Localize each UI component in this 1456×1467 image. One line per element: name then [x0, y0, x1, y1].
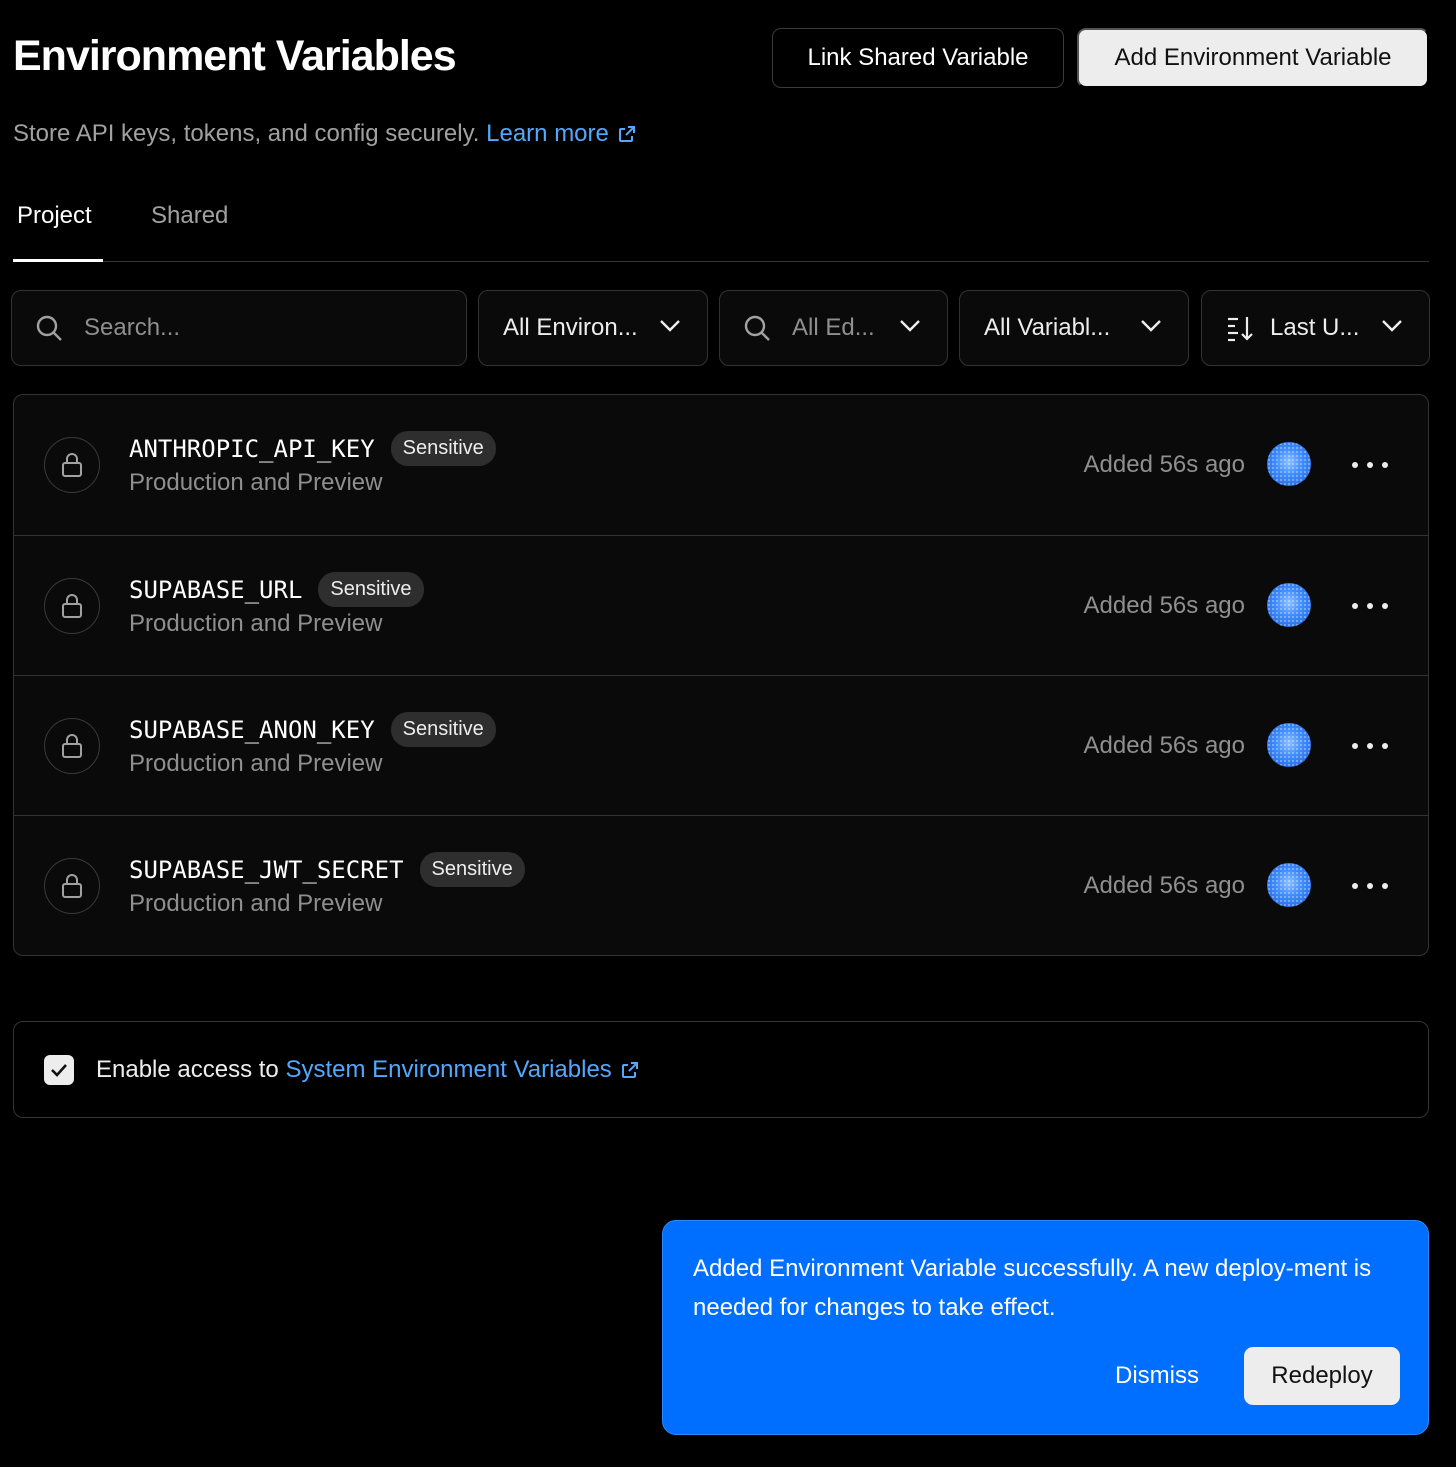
sort-dropdown[interactable]: Last U... [1201, 290, 1430, 366]
edge-filter-dropdown[interactable]: All Ed... [719, 290, 948, 366]
search-icon [744, 315, 770, 341]
variable-environments: Production and Preview [129, 469, 383, 496]
tab-bar: Project Shared [13, 190, 1429, 262]
chevron-down-icon [1382, 320, 1402, 332]
lock-icon [44, 578, 100, 634]
sensitive-badge: Sensitive [419, 852, 525, 887]
search-placeholder: Search... [84, 314, 181, 341]
variable-environments: Production and Preview [129, 750, 383, 777]
variable-type-filter-dropdown[interactable]: All Variabl... [959, 290, 1189, 366]
search-input[interactable]: Search... [11, 290, 467, 366]
tab-shared[interactable]: Shared [151, 202, 228, 230]
sort-label: Last U... [1270, 314, 1360, 341]
avatar [1267, 723, 1311, 767]
variable-type-filter-label: All Variabl... [984, 314, 1111, 341]
system-env-label: Enable access to System Environment Vari… [96, 1056, 640, 1084]
add-environment-variable-button[interactable]: Add Environment Variable [1077, 28, 1429, 88]
added-timestamp: Added 56s ago [1083, 872, 1245, 899]
link-shared-variable-button[interactable]: Link Shared Variable [772, 28, 1064, 88]
more-horizontal-icon[interactable] [1352, 732, 1388, 760]
system-env-link[interactable]: System Environment Variables [285, 1056, 639, 1083]
sensitive-badge: Sensitive [390, 431, 496, 466]
external-link-icon [621, 1061, 638, 1078]
redeploy-button[interactable]: Redeploy [1244, 1347, 1400, 1405]
external-link-icon [618, 126, 635, 142]
variable-row[interactable]: SUPABASE_ANON_KEY Sensitive Production an… [14, 675, 1428, 815]
variable-name: SUPABASE_URL Sensitive [129, 572, 424, 607]
added-timestamp: Added 56s ago [1083, 592, 1245, 619]
sort-icon [1228, 317, 1253, 342]
system-env-checkbox[interactable] [44, 1054, 74, 1085]
toast-message: Added Environment Variable successfully.… [693, 1255, 1372, 1321]
chevron-down-icon [900, 320, 920, 332]
variable-environments: Production and Preview [129, 610, 383, 637]
lock-icon [44, 718, 100, 774]
dismiss-button[interactable]: Dismiss [1115, 1362, 1199, 1390]
environment-filter-dropdown[interactable]: All Environ... [478, 290, 708, 366]
variable-name: SUPABASE_JWT_SECRET Sensitive [129, 852, 525, 887]
lock-icon [44, 858, 100, 914]
variable-name: ANTHROPIC_API_KEY Sensitive [129, 431, 496, 466]
environment-filter-label: All Environ... [503, 314, 638, 341]
check-icon [51, 1063, 67, 1077]
tab-project[interactable]: Project [17, 202, 92, 230]
variables-list: ANTHROPIC_API_KEY Sensitive Production an… [13, 394, 1429, 956]
subtitle-text: Store API keys, tokens, and config secur… [13, 120, 480, 147]
more-horizontal-icon[interactable] [1352, 872, 1388, 900]
chevron-down-icon [660, 320, 680, 332]
sensitive-badge: Sensitive [318, 572, 424, 607]
sensitive-badge: Sensitive [390, 712, 496, 747]
variable-name: SUPABASE_ANON_KEY Sensitive [129, 712, 496, 747]
success-toast: Added Environment Variable successfully.… [662, 1220, 1429, 1435]
chevron-down-icon [1141, 320, 1161, 332]
learn-more-link[interactable]: Learn more [486, 120, 637, 147]
variable-environments: Production and Preview [129, 890, 383, 917]
variable-row[interactable]: SUPABASE_JWT_SECRET Sensitive Production … [14, 815, 1428, 955]
more-horizontal-icon[interactable] [1352, 592, 1388, 620]
edge-filter-label: All Ed... [792, 314, 875, 341]
avatar [1267, 442, 1311, 486]
avatar [1267, 863, 1311, 907]
search-icon [36, 315, 62, 341]
active-tab-indicator [13, 259, 103, 262]
system-env-access-panel: Enable access to System Environment Vari… [13, 1021, 1429, 1118]
page-title: Environment Variables [13, 32, 457, 80]
added-timestamp: Added 56s ago [1083, 732, 1245, 759]
variable-row[interactable]: SUPABASE_URL Sensitive Production and Pre… [14, 535, 1428, 675]
more-horizontal-icon[interactable] [1352, 451, 1388, 479]
added-timestamp: Added 56s ago [1083, 451, 1245, 478]
variable-row[interactable]: ANTHROPIC_API_KEY Sensitive Production an… [14, 395, 1428, 535]
avatar [1267, 583, 1311, 627]
page-subtitle: Store API keys, tokens, and config secur… [13, 120, 637, 148]
lock-icon [44, 437, 100, 493]
